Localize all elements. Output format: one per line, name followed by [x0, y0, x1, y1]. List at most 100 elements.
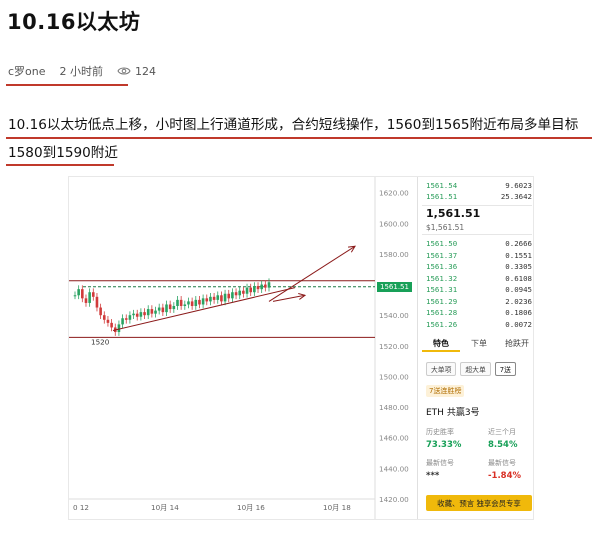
order-book-panel: 1561.54 9.6023 1561.51 25.3642 1,561.51 …: [417, 177, 533, 519]
y-tick-label: 1440.00: [379, 464, 409, 473]
bid-qty: 0.2666: [505, 239, 532, 248]
candle-body: [183, 304, 187, 307]
bid-qty: 0.1551: [505, 250, 532, 260]
tab-third[interactable]: 抢跌开: [498, 338, 533, 352]
bid-qty: 0.6108: [505, 273, 532, 283]
trend-line: [112, 287, 296, 331]
last-price-tag: 1561.51: [377, 281, 412, 292]
candle-body: [179, 299, 183, 307]
author-name[interactable]: c罗one: [8, 63, 46, 79]
article-body: 10.16以太坊低点上移，小时图上行通道形成，合约短线操作，1560到1565附…: [8, 117, 579, 161]
candle-body: [198, 299, 201, 305]
stat-label: 历史胜率: [426, 428, 454, 436]
x-tick-label: 0 12: [73, 503, 89, 512]
bid-price: 1561.32: [426, 273, 458, 283]
tab-featured[interactable]: 特色: [422, 338, 460, 352]
member-cta-button[interactable]: 收藏、预言 独享会员专享: [426, 495, 532, 511]
bid-price: 1561.26: [426, 319, 458, 329]
bid-row: 1561.32 0.6108: [426, 274, 532, 286]
x-tick-label: 10月 18: [323, 503, 351, 512]
candle-body: [205, 298, 209, 302]
ask-price: 1561.51: [426, 192, 458, 201]
candle-body: [223, 293, 227, 302]
candle-body: [132, 313, 135, 316]
candle-body: [242, 290, 245, 294]
body-underline-1: [6, 137, 592, 139]
y-tick-label: 1520.00: [379, 342, 409, 351]
candle-body: [81, 289, 84, 299]
target-arrow-up-head: [347, 245, 356, 253]
candle-body: [150, 309, 154, 314]
strategy-name[interactable]: ETH 共赢3号: [426, 405, 480, 418]
low-price-label: 1520: [91, 337, 110, 346]
panel-tabs: 特色 下单 抢跌开: [422, 338, 533, 352]
ask-qty: 25.3642: [500, 192, 532, 201]
candle-body: [234, 292, 238, 296]
candle-body: [267, 282, 271, 288]
candle-body: [256, 286, 260, 290]
bid-price: 1561.36: [426, 262, 458, 271]
x-tick-label: 10月 16: [237, 503, 265, 512]
candle-body: [216, 295, 220, 300]
x-tick-label: 10月 14: [151, 503, 179, 512]
candle-body: [77, 289, 80, 296]
candle-body: [106, 319, 110, 323]
candle-body: [245, 287, 249, 294]
bid-row: 1561.26 0.0072: [426, 320, 532, 332]
candle-body: [110, 322, 113, 328]
candle-body: [124, 318, 128, 320]
bid-price: 1561.29: [426, 296, 458, 306]
bid-price: 1561.28: [426, 308, 458, 317]
candle-body: [92, 292, 95, 297]
candle-body: [190, 301, 194, 307]
stat-label: 近三个月: [488, 428, 516, 436]
y-tick-label: 1580.00: [379, 250, 409, 259]
ask-row: 1561.51 25.3642: [426, 192, 532, 204]
candle-body: [154, 310, 157, 314]
bid-qty: 0.1806: [505, 308, 532, 317]
candle-body: [176, 299, 179, 307]
candlestick-chart: 1620.001600.001580.001560.001540.001520.…: [69, 177, 409, 519]
y-tick-label: 1620.00: [379, 189, 409, 198]
candle-body: [117, 324, 121, 333]
bid-price: 1561.50: [426, 239, 458, 248]
candle-body: [238, 290, 242, 296]
latest-signal-return: -1.84%: [488, 471, 522, 481]
body-underline-2: [6, 164, 114, 166]
candle-body: [168, 304, 172, 310]
candle-body: [231, 292, 234, 299]
candle-body: [139, 312, 143, 317]
candle-body: [99, 307, 102, 316]
candle-body: [161, 307, 165, 313]
last-price: 1,561.51: [426, 207, 481, 220]
divider: [422, 205, 532, 206]
streak-tag[interactable]: 7送连胜榜: [426, 385, 465, 397]
candle-body: [128, 315, 132, 320]
eye-icon: [117, 67, 131, 75]
y-tick-label: 1500.00: [379, 372, 409, 381]
bid-row: 1561.28 0.1806: [426, 308, 532, 320]
view-count-value: 124: [135, 64, 157, 78]
y-tick-label: 1460.00: [379, 434, 409, 443]
pill-huge-order[interactable]: 超大单: [460, 362, 491, 376]
candle-body: [209, 296, 212, 302]
target-arrow-up: [268, 245, 356, 302]
pill-large-order[interactable]: 大单项: [426, 362, 457, 376]
bid-qty: 2.0236: [505, 296, 532, 306]
price-chart: 1620.001600.001580.001560.001540.001520.…: [68, 176, 534, 520]
bid-row: 1561.37 0.1551: [426, 251, 532, 263]
pill-seven[interactable]: 7送: [494, 362, 516, 376]
bid-price: 1561.31: [426, 285, 458, 294]
candle-body: [102, 315, 106, 320]
candle-body: [194, 299, 198, 307]
candle-body: [187, 301, 190, 305]
candle-body: [253, 286, 256, 293]
y-tick-label: 1420.00: [379, 495, 409, 504]
bid-row: 1561.36 0.3305: [426, 262, 532, 274]
candle-body: [146, 309, 150, 316]
bid-row: 1561.31 0.0945: [426, 285, 532, 297]
tab-order[interactable]: 下单: [460, 338, 498, 352]
candle-body: [121, 318, 124, 325]
win-rate: 73.33%: [426, 440, 462, 450]
article-meta: c罗one 2 小时前 124: [8, 63, 157, 79]
